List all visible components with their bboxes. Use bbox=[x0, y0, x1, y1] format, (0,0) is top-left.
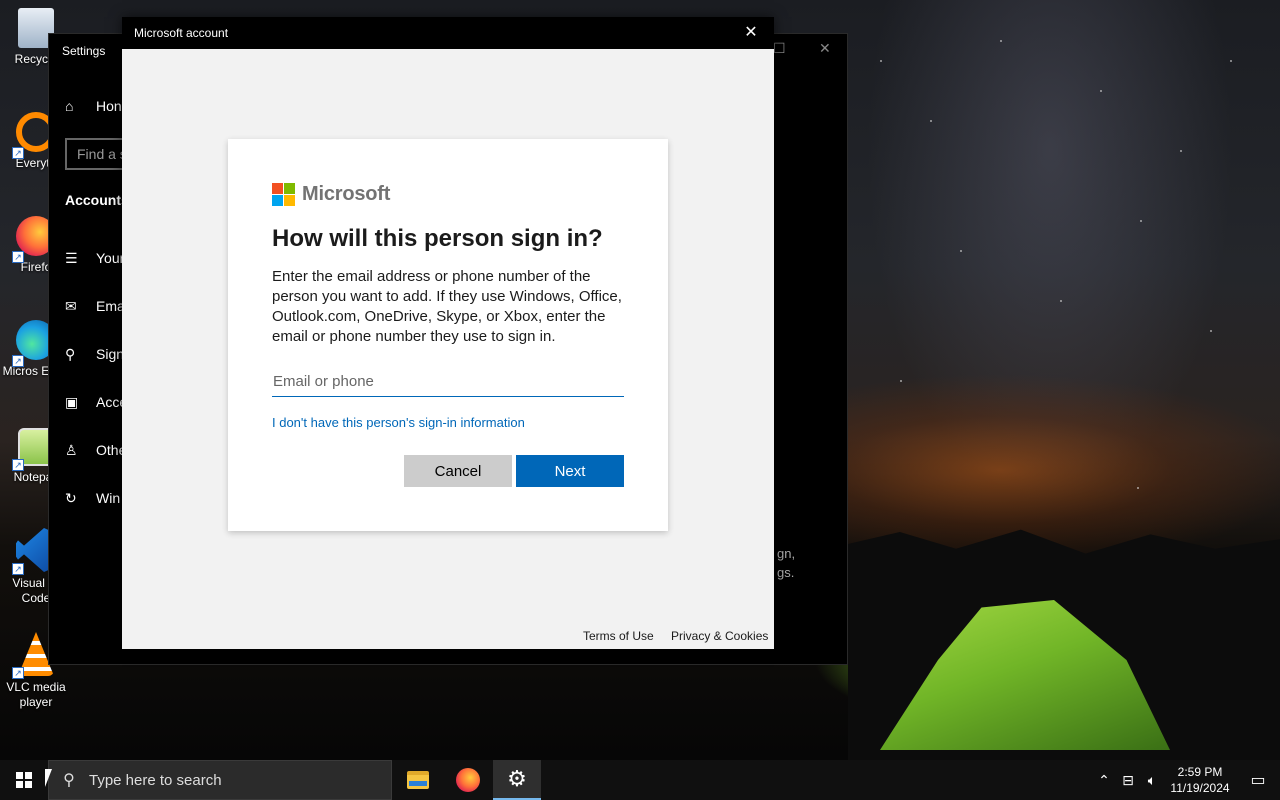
briefcase-icon: ▣ bbox=[65, 394, 79, 410]
close-icon[interactable]: ✕ bbox=[819, 40, 831, 57]
settings-nav-label: Win bbox=[96, 490, 121, 506]
network-icon[interactable]: ⊟ bbox=[1116, 772, 1140, 789]
desktop-icon-label: Firefo bbox=[20, 260, 52, 274]
windows-logo-icon bbox=[16, 772, 32, 788]
clock-date: 11/19/2024 bbox=[1170, 781, 1230, 795]
taskbar: ⚲ Type here to search ⚙ ⌃ ⊟ 🔈︎ 2:59 PM 1… bbox=[0, 760, 1280, 800]
taskbar-firefox[interactable] bbox=[444, 760, 492, 800]
shortcut-arrow-icon: ↗ bbox=[12, 563, 24, 575]
shortcut-arrow-icon: ↗ bbox=[12, 147, 24, 159]
settings-nav-label: Hon bbox=[96, 98, 122, 114]
microsoft-logo: Microsoft bbox=[272, 183, 390, 206]
settings-nav-label: Othe bbox=[96, 442, 125, 458]
email-field[interactable] bbox=[272, 367, 624, 397]
person-card-icon: ☰ bbox=[65, 250, 78, 266]
desktop-icon-label: VLC media player bbox=[6, 680, 66, 709]
maximize-icon[interactable]: ☐ bbox=[773, 40, 786, 57]
clock-time: 2:59 PM bbox=[1177, 765, 1223, 779]
volume-muted-icon[interactable]: 🔈︎ bbox=[1140, 772, 1164, 789]
privacy-cookies-link[interactable]: Privacy & Cookies bbox=[671, 629, 768, 643]
no-sign-in-info-link[interactable]: I don't have this person's sign-in infor… bbox=[272, 415, 525, 430]
folder-icon bbox=[407, 771, 429, 789]
taskbar-file-explorer[interactable] bbox=[394, 760, 442, 800]
microsoft-account-dialog: Microsoft account ✕ Microsoft How will t… bbox=[122, 17, 774, 649]
close-icon[interactable]: ✕ bbox=[728, 17, 774, 49]
settings-nav-access-work[interactable]: ▣ Acce bbox=[65, 394, 125, 411]
microsoft-logo-text: Microsoft bbox=[302, 183, 391, 205]
taskbar-search-box[interactable]: ⚲ Type here to search bbox=[48, 760, 392, 800]
mail-icon: ✉ bbox=[65, 298, 77, 314]
search-icon: ⚲ bbox=[63, 772, 75, 789]
sign-in-card: Microsoft How will this person sign in? … bbox=[228, 139, 668, 531]
terms-of-use-link[interactable]: Terms of Use bbox=[583, 629, 654, 643]
home-icon: ⌂ bbox=[65, 98, 74, 114]
notification-icon[interactable]: ▭ bbox=[1236, 770, 1280, 790]
firefox-icon bbox=[456, 768, 480, 792]
chevron-up-icon[interactable]: ⌃ bbox=[1092, 772, 1116, 789]
dialog-titlebar: Microsoft account ✕ bbox=[122, 17, 774, 49]
mouse-cursor bbox=[45, 769, 52, 787]
start-button[interactable] bbox=[0, 760, 48, 800]
shortcut-arrow-icon: ↗ bbox=[12, 355, 24, 367]
settings-right-text: gs. bbox=[777, 565, 795, 580]
shortcut-arrow-icon: ↗ bbox=[12, 667, 24, 679]
settings-nav-label: Your bbox=[96, 250, 125, 266]
taskbar-search-placeholder: Type here to search bbox=[89, 771, 222, 789]
settings-nav-label: Acce bbox=[96, 394, 125, 410]
settings-nav-other-users[interactable]: ♙ Othe bbox=[65, 442, 125, 459]
settings-nav-home[interactable]: ⌂ Hon bbox=[65, 98, 125, 114]
settings-nav-sync[interactable]: ↻ Win bbox=[65, 490, 125, 507]
sync-icon: ↻ bbox=[65, 490, 77, 506]
settings-nav-sign-in[interactable]: ⚲ Sign bbox=[65, 346, 125, 363]
settings-right-text: gn, bbox=[777, 546, 796, 561]
microsoft-logo-icon bbox=[272, 183, 295, 206]
key-icon: ⚲ bbox=[65, 346, 76, 362]
shortcut-arrow-icon: ↗ bbox=[12, 251, 24, 263]
settings-nav-email[interactable]: ✉ Ema bbox=[65, 298, 125, 315]
settings-nav-label: Ema bbox=[96, 298, 125, 314]
shortcut-arrow-icon: ↗ bbox=[12, 459, 24, 471]
gear-icon: ⚙ bbox=[507, 766, 527, 791]
settings-nav-your-info[interactable]: ☰ Your bbox=[65, 250, 125, 267]
taskbar-settings[interactable]: ⚙ bbox=[493, 760, 541, 800]
cancel-button[interactable]: Cancel bbox=[404, 455, 512, 487]
dialog-title: Microsoft account bbox=[134, 26, 229, 40]
page-title: How will this person sign in? bbox=[272, 225, 603, 252]
taskbar-clock[interactable]: 2:59 PM 11/19/2024 bbox=[1164, 764, 1236, 796]
card-description: Enter the email address or phone number … bbox=[272, 268, 622, 345]
add-person-icon: ♙ bbox=[65, 442, 78, 458]
settings-section-heading: Accounts bbox=[65, 192, 129, 208]
system-tray: ⌃ ⊟ 🔈︎ 2:59 PM 11/19/2024 ▭ bbox=[1092, 760, 1280, 800]
settings-nav-label: Sign bbox=[96, 346, 125, 362]
next-button[interactable]: Next bbox=[516, 455, 624, 487]
settings-window-title: Settings bbox=[62, 44, 106, 58]
